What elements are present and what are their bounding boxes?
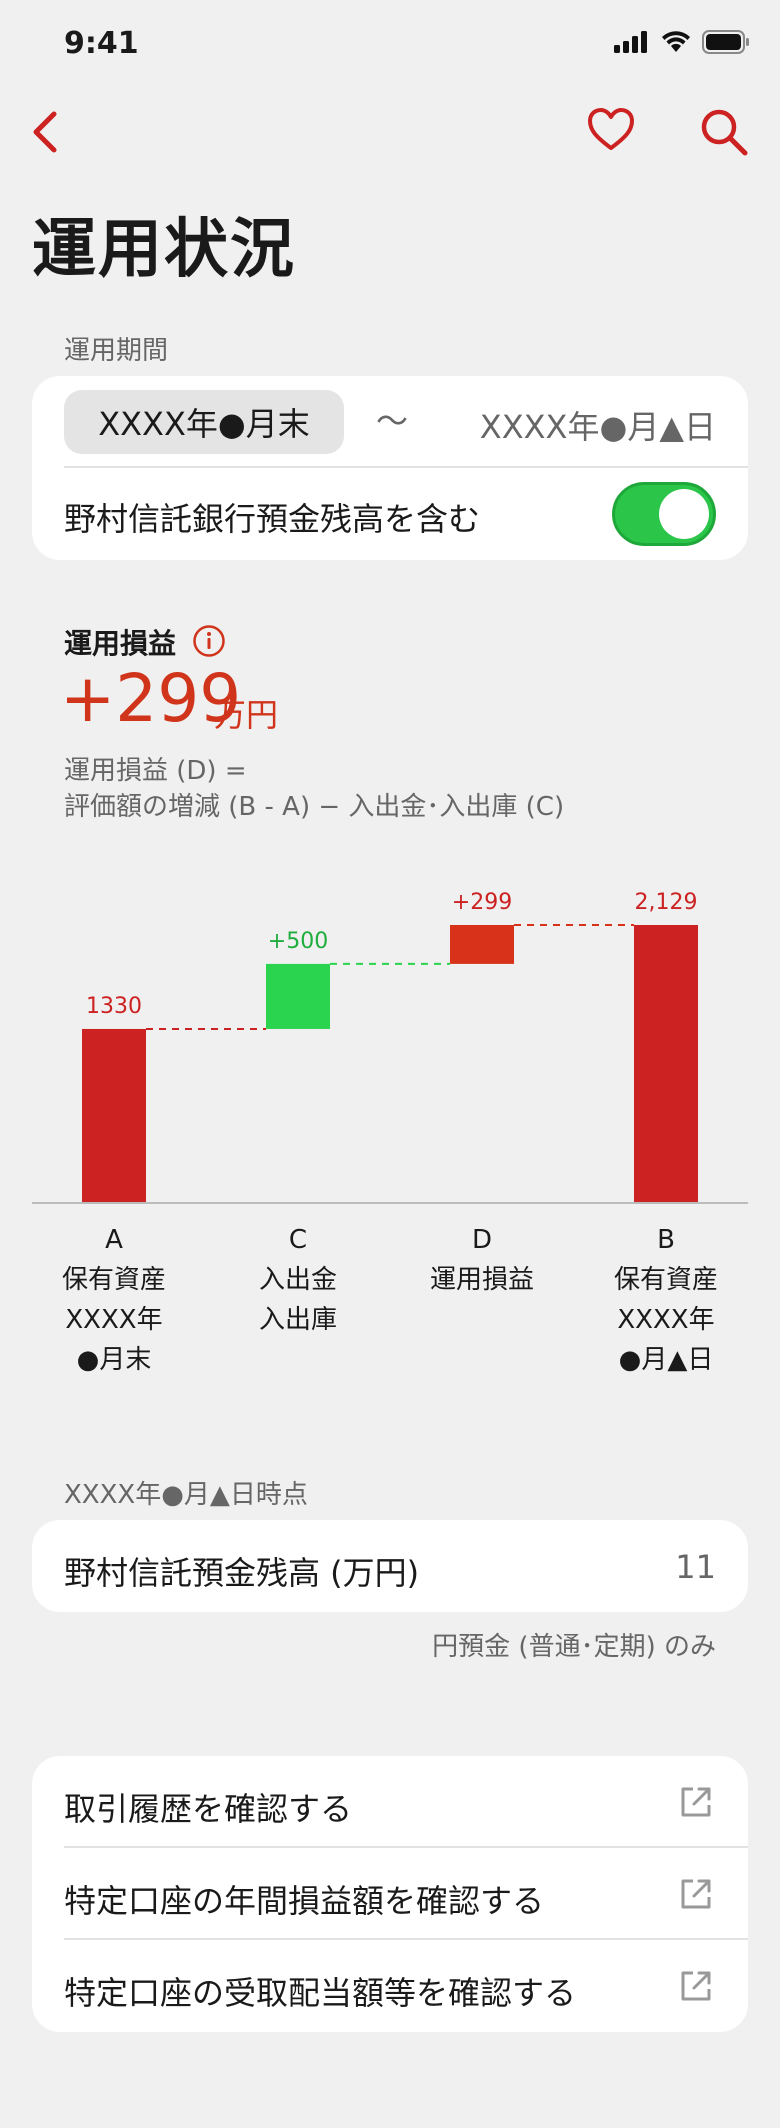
balance-section-label: XXXX年●月▲日時点 xyxy=(64,1480,308,1510)
chart-bar-D xyxy=(450,925,514,964)
external-link-icon xyxy=(681,1879,711,1909)
formula-line-1: 運用損益 (D) = xyxy=(64,756,247,786)
chart-bar-B xyxy=(634,925,698,1202)
page-title: 運用状況 xyxy=(32,213,296,287)
chart-x-label-line: 入出庫 xyxy=(258,1305,337,1335)
chart-x-label-line: ●月末 xyxy=(76,1345,152,1375)
external-link-icon xyxy=(681,1787,711,1817)
external-link-icon xyxy=(681,1971,711,2001)
profit-unit: 万円 xyxy=(214,696,279,734)
chart-value-label-C: +500 xyxy=(268,929,328,954)
balance-value: 11 xyxy=(675,1548,716,1586)
toggle-knob xyxy=(659,489,709,539)
end-date-picker[interactable]: XXXX年●月▲日 xyxy=(480,402,716,448)
links-card: 取引履歴を確認する 特定口座の年間損益額を確認する 特定口座の受取配当額等を確認… xyxy=(32,1756,748,2032)
favorite-button[interactable] xyxy=(586,106,636,154)
period-card: XXXX年●月末 〜 XXXX年●月▲日 野村信託銀行預金残高を含む xyxy=(32,376,748,560)
chart-x-label-D: D 運用損益 xyxy=(397,1220,567,1300)
chart-x-label-line: ●月▲日 xyxy=(618,1345,714,1375)
chart-x-label-line: XXXX年 xyxy=(65,1305,163,1335)
chart-x-label-code: D xyxy=(471,1225,493,1255)
link-transaction-history[interactable]: 取引履歴を確認する xyxy=(32,1756,748,1848)
link-label: 特定口座の年間損益額を確認する xyxy=(64,1882,545,1920)
date-range-separator: 〜 xyxy=(376,402,409,440)
search-icon xyxy=(701,109,748,156)
chart-bar-C xyxy=(266,963,330,1029)
chart-x-label-code: B xyxy=(657,1225,675,1255)
waterfall-chart: 1330 +500 +299 2,129 A 保有資産 XXXX年 ●月末 C 入出金入出庫 D 運… xyxy=(32,870,748,1390)
formula-line-2: 評価額の増減 (B - A) − 入出金･入出庫 (C) xyxy=(64,792,565,822)
cellular-signal-icon xyxy=(614,31,647,53)
waterfall-chart-svg: 1330 +500 +299 2,129 xyxy=(32,890,748,1204)
chart-x-label-code: C xyxy=(288,1225,308,1255)
status-time: 9:41 xyxy=(64,26,139,61)
divider xyxy=(64,466,748,468)
chart-x-label-C: C 入出金入出庫 xyxy=(213,1220,383,1340)
battery-icon xyxy=(702,30,749,54)
chart-x-label-line: 入出金 xyxy=(258,1265,337,1295)
link-label: 取引履歴を確認する xyxy=(64,1790,353,1828)
heart-icon xyxy=(588,108,634,150)
period-section-label: 運用期間 xyxy=(64,336,169,366)
chart-x-label-B: B 保有資産 XXXX年 ●月▲日 xyxy=(581,1220,751,1380)
chevron-left-icon xyxy=(33,111,57,153)
link-dividends[interactable]: 特定口座の受取配当額等を確認する xyxy=(32,1940,748,2032)
back-button[interactable] xyxy=(28,108,68,156)
chart-x-label-code: A xyxy=(105,1225,123,1255)
balance-label: 野村信託預金残高 (万円) xyxy=(64,1554,420,1592)
search-button[interactable] xyxy=(698,106,750,158)
chart-value-label-B: 2,129 xyxy=(635,890,698,915)
include-deposit-label: 野村信託銀行預金残高を含む xyxy=(64,500,481,538)
status-icons xyxy=(614,30,750,54)
chart-x-label-A: A 保有資産 XXXX年 ●月末 xyxy=(29,1220,199,1380)
info-icon xyxy=(193,625,225,657)
balance-card: 野村信託預金残高 (万円) 11 xyxy=(32,1520,748,1612)
info-button[interactable] xyxy=(192,624,226,658)
include-deposit-toggle[interactable] xyxy=(612,482,716,546)
chart-value-label-A: 1330 xyxy=(86,994,142,1019)
chart-x-label-line: 保有資産 xyxy=(613,1265,718,1295)
chart-value-label-D: +299 xyxy=(452,890,512,915)
chart-x-label-line: 保有資産 xyxy=(61,1265,166,1295)
link-label: 特定口座の受取配当額等を確認する xyxy=(64,1974,577,2012)
start-date-picker[interactable]: XXXX年●月末 xyxy=(64,390,344,454)
chart-bar-A xyxy=(82,1028,146,1202)
wifi-icon xyxy=(662,31,690,52)
chart-x-label-line: 運用損益 xyxy=(429,1265,534,1295)
link-annual-profit-loss[interactable]: 特定口座の年間損益額を確認する xyxy=(32,1848,748,1940)
balance-note: 円預金 (普通･定期) のみ xyxy=(432,1632,716,1662)
chart-x-label-line: XXXX年 xyxy=(617,1305,715,1335)
profit-label: 運用損益 xyxy=(64,627,177,660)
